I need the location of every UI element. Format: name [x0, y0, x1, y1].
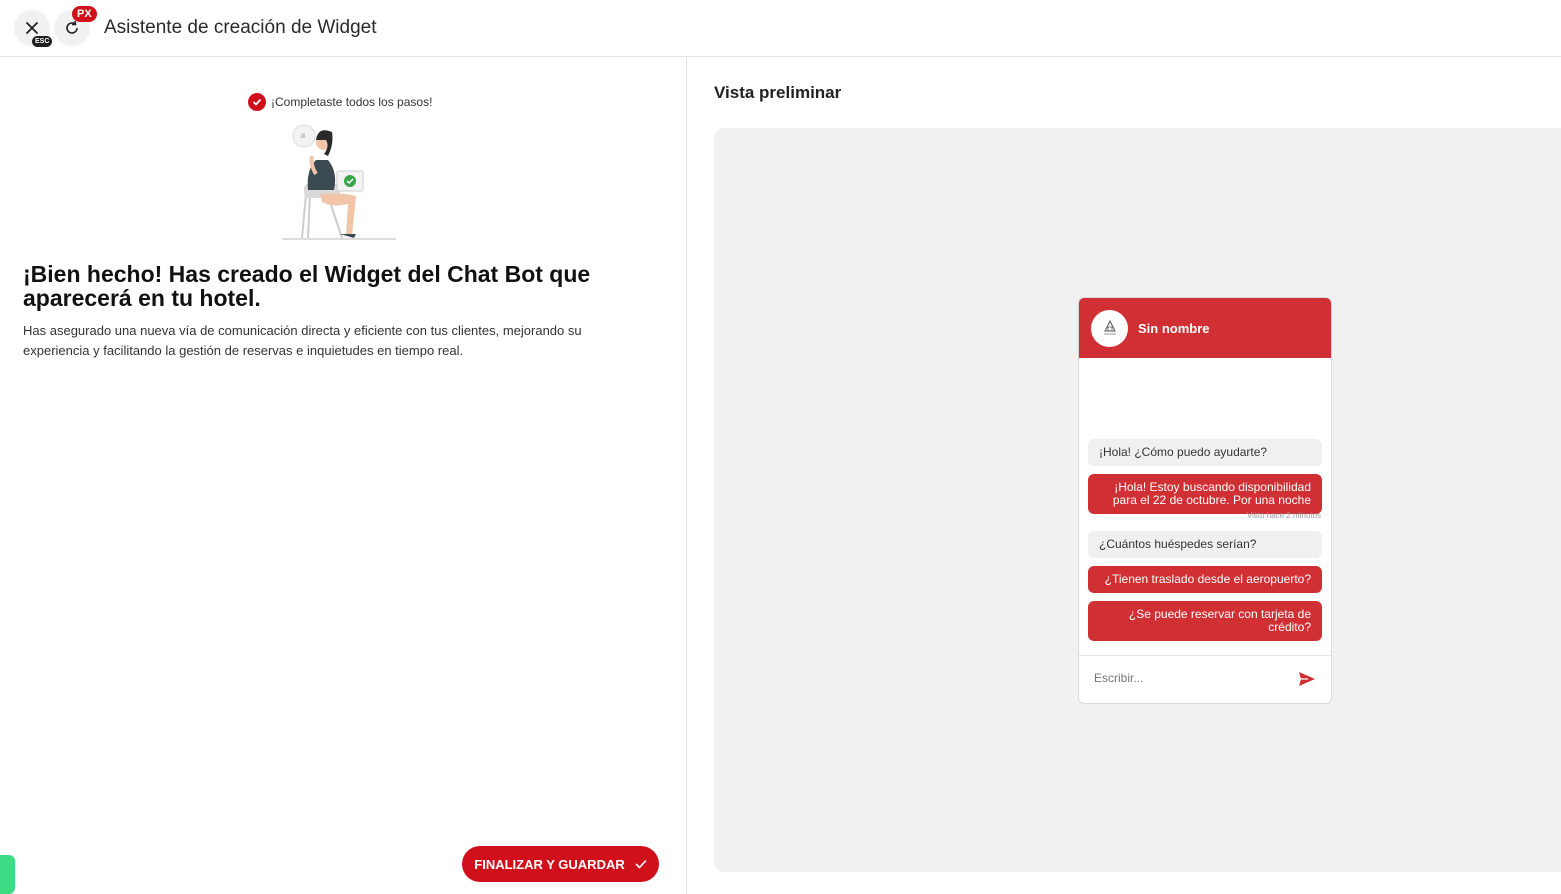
check-circle-icon	[248, 93, 266, 111]
steps-complete-label: ¡Completaste todos los pasos!	[271, 95, 433, 109]
chat-message-input[interactable]	[1094, 671, 1284, 685]
app-header: ESC PX Asistente de creación de Widget	[0, 0, 1561, 57]
close-icon	[26, 22, 38, 34]
success-headline: ¡Bien hecho! Has creado el Widget del Ch…	[23, 261, 591, 311]
page-title: Asistente de creación de Widget	[104, 17, 377, 38]
check-icon	[635, 859, 647, 869]
success-illustration	[282, 124, 396, 240]
close-button[interactable]: ESC	[14, 10, 53, 47]
chat-header: Sin nombre	[1079, 298, 1331, 358]
refresh-icon	[66, 20, 78, 34]
chat-message-bot: ¡Hola! ¿Cómo puedo ayudarte?	[1088, 439, 1322, 466]
chat-input-bar	[1079, 655, 1331, 703]
preview-title: Vista preliminar	[714, 83, 842, 102]
esc-badge: ESC	[32, 36, 53, 47]
panel-divider	[686, 57, 687, 894]
chat-message-user: ¿Se puede reservar con tarjeta de crédit…	[1088, 601, 1322, 641]
chat-message-bot: ¿Cuántos huéspedes serían?	[1088, 531, 1322, 558]
hotel-logo-icon	[1103, 319, 1116, 335]
seen-timestamp: Visto hace 2 minutos	[1246, 511, 1321, 520]
chat-message-user: ¡Hola! Estoy buscando disponibilidad par…	[1088, 474, 1322, 514]
chat-message-user: ¿Tienen traslado desde el aeropuerto?	[1088, 566, 1322, 593]
hotel-avatar	[1091, 309, 1128, 347]
finish-and-save-button[interactable]: FINALIZAR Y GUARDAR	[462, 846, 659, 882]
refresh-button[interactable]: PX	[54, 6, 97, 46]
chat-widget-preview: Sin nombre ¡Hola! ¿Cómo puedo ayudarte? …	[1078, 297, 1332, 704]
send-icon[interactable]	[1298, 671, 1316, 687]
help-widget-tab[interactable]	[0, 855, 15, 894]
chat-bot-name: Sin nombre	[1138, 320, 1210, 336]
px-badge: PX	[72, 6, 97, 22]
steps-complete-indicator: ¡Completaste todos los pasos!	[248, 93, 432, 111]
success-description: Has asegurado una nueva vía de comunicac…	[23, 323, 582, 358]
finish-button-label: FINALIZAR Y GUARDAR	[474, 856, 625, 872]
